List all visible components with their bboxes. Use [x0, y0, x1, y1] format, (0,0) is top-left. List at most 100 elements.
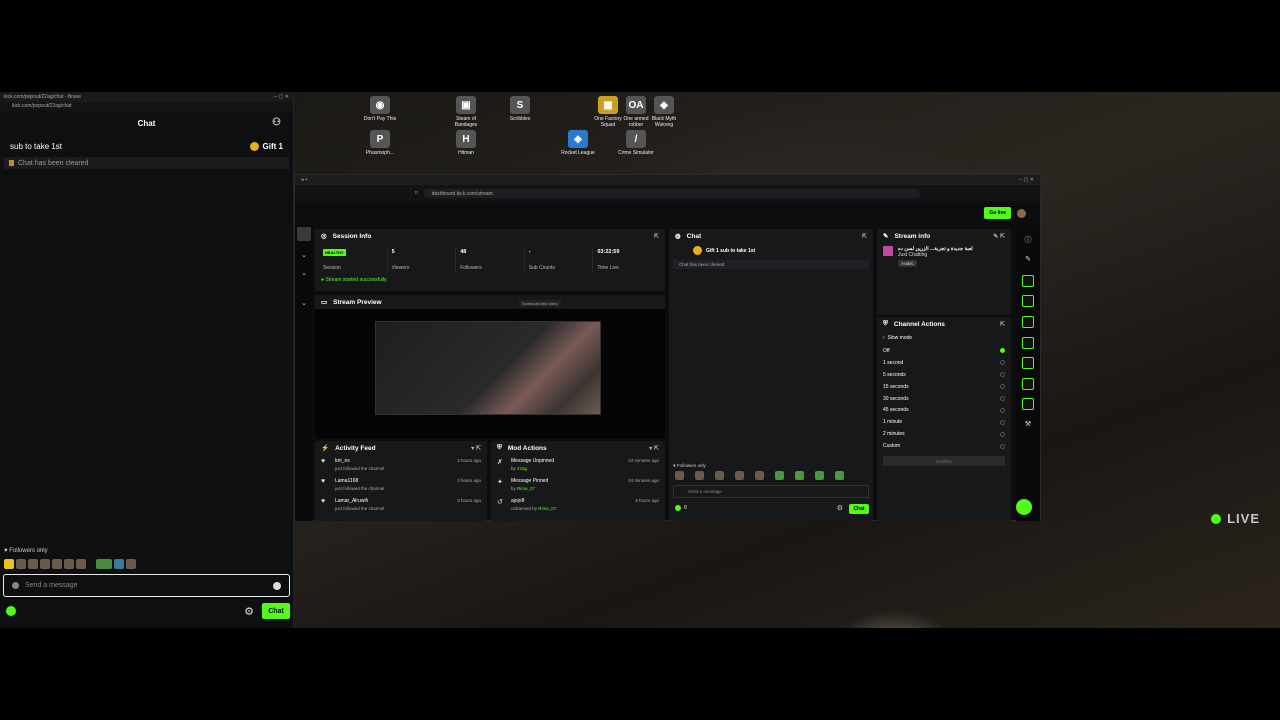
- chevron-down-icon[interactable]: ⌄: [295, 269, 313, 277]
- emote-icon[interactable]: [715, 471, 724, 480]
- popout-icon[interactable]: ⇱: [862, 233, 867, 240]
- slow-mode-option[interactable]: 15 seconds: [877, 381, 1011, 393]
- confirm-button[interactable]: Confirm: [883, 456, 1005, 467]
- radio[interactable]: [1000, 407, 1005, 413]
- rail-action-icon[interactable]: [1022, 274, 1034, 287]
- help-fab-button[interactable]: [1016, 499, 1032, 515]
- emote-icon[interactable]: [126, 559, 136, 569]
- window-controls[interactable]: ─ ▢ ✕: [1019, 177, 1034, 183]
- stream-started-message: ● Stream started successfully.: [321, 277, 388, 283]
- slow-mode-option[interactable]: 30 seconds: [877, 393, 1011, 405]
- radio[interactable]: [1000, 396, 1005, 401]
- gear-icon[interactable]: ⚙: [837, 504, 843, 512]
- channel-actions-panel: ⛨ Channel Actions ⇱ ‹ Slow mode Off 1 seco…: [877, 317, 1011, 521]
- emote-icon[interactable]: [795, 471, 804, 480]
- edit-icon[interactable]: ✎ ⇱: [993, 233, 1005, 240]
- unpin-icon: ✗: [497, 459, 503, 466]
- avatar[interactable]: [1017, 208, 1026, 218]
- desktop-icon[interactable]: ▣ Steam of Bandages: [446, 96, 486, 128]
- chevron-down-icon[interactable]: ⌄: [295, 299, 313, 307]
- slow-mode-option[interactable]: Custom: [877, 440, 1011, 452]
- bookmark-icon[interactable]: ⌑: [415, 190, 418, 196]
- user-settings-icon[interactable]: ⚇: [272, 117, 281, 128]
- address-bar[interactable]: dashboard.kick.com/stream: [423, 188, 920, 198]
- emote-icon[interactable]: [28, 559, 38, 569]
- emote-icon[interactable]: [735, 471, 744, 480]
- tools-icon[interactable]: ⚒: [1022, 419, 1034, 431]
- pinned-message[interactable]: Gift 1 sub to take 1st: [669, 243, 873, 258]
- desktop-icon[interactable]: H Hitman: [446, 130, 486, 156]
- radio-selected[interactable]: [1000, 348, 1005, 354]
- slow-mode-back[interactable]: ‹ Slow mode: [877, 331, 1011, 345]
- emote-icon[interactable]: [775, 471, 784, 480]
- emote-icon[interactable]: [815, 471, 824, 480]
- stream-info-panel: ✎ Stream info ✎ ⇱ لعبة جديدة و تجربة... ال…: [877, 229, 1011, 315]
- info-icon[interactable]: ⓘ: [1022, 234, 1034, 246]
- emote-icon[interactable]: [96, 559, 112, 569]
- radio[interactable]: [1000, 372, 1005, 378]
- rail-action-icon[interactable]: [1022, 357, 1034, 370]
- heart-icon: ♥: [321, 458, 326, 465]
- slow-mode-option[interactable]: 1 second: [877, 357, 1011, 369]
- filter-icon[interactable]: ▾ ⇱: [649, 445, 659, 452]
- window-controls[interactable]: ─ ▢ ✕: [274, 94, 289, 100]
- stream-preview-video[interactable]: [375, 321, 601, 415]
- emote-icon[interactable]: [755, 471, 764, 480]
- message-input[interactable]: Send a message: [3, 574, 290, 597]
- rail-action-icon[interactable]: [1022, 398, 1034, 411]
- radio[interactable]: [1000, 443, 1005, 449]
- send-chat-button[interactable]: Chat: [849, 504, 869, 514]
- emote-bar: [4, 559, 136, 569]
- emote-icon[interactable]: [695, 471, 704, 480]
- stat-followers: 48 Followers: [455, 247, 524, 273]
- radio[interactable]: [1000, 384, 1005, 390]
- pinned-message[interactable]: sub to take 1st Gift 1: [6, 139, 287, 153]
- rail-action-icon[interactable]: [1022, 315, 1034, 328]
- slow-mode-option[interactable]: 5 seconds: [877, 369, 1011, 381]
- desktop-icon[interactable]: ◈ Rocket League: [558, 130, 598, 156]
- popout-icon[interactable]: ⇱: [654, 233, 659, 240]
- slow-mode-option[interactable]: 2 minutes: [877, 428, 1011, 440]
- desktop-icon[interactable]: ◉ Don't Pay This: [360, 96, 400, 122]
- send-chat-button[interactable]: Chat: [262, 603, 290, 619]
- rail-action-icon[interactable]: [1022, 336, 1034, 349]
- kick-points-icon[interactable]: [6, 606, 16, 616]
- chat-footer: ⚙ Chat: [6, 602, 290, 620]
- emote-icon[interactable]: [16, 559, 26, 569]
- emote-icon[interactable]: [114, 559, 124, 569]
- radio[interactable]: [1000, 360, 1005, 366]
- nav-item[interactable]: [297, 227, 311, 241]
- emote-icon[interactable]: [76, 559, 86, 569]
- chevron-down-icon[interactable]: ⌄: [295, 251, 313, 259]
- popout-icon[interactable]: ⇱: [1000, 321, 1005, 328]
- rail-action-icon[interactable]: [1022, 295, 1034, 308]
- filter-icon[interactable]: ▾ ⇱: [471, 445, 481, 452]
- emote-icon[interactable]: [52, 559, 62, 569]
- emote-icon[interactable]: [4, 559, 14, 569]
- emote-icon[interactable]: [675, 471, 684, 480]
- emote-icon[interactable]: [40, 559, 50, 569]
- new-tab-button[interactable]: ◂ +: [301, 177, 308, 183]
- address-bar[interactable]: kick.com/popout/22ag/chat: [0, 102, 293, 111]
- desktop-icon[interactable]: ◆ Black Myth Wukong: [644, 96, 684, 128]
- rail-action-icon[interactable]: [1022, 377, 1034, 390]
- emote-icon[interactable]: [835, 471, 844, 480]
- mod-actions-panel: ⛨ Mod Actions ▾ ⇱ ✗ Message Unpinned by 22ag…: [491, 441, 665, 521]
- go-live-button[interactable]: Go live: [984, 207, 1011, 219]
- dashboard-chat-panel: ◍ Chat ⇱ Gift 1 sub to take 1st Chat has b…: [669, 229, 873, 521]
- download-badge[interactable]: Download this video: [519, 300, 561, 307]
- slow-mode-option[interactable]: 1 minute: [877, 416, 1011, 428]
- emoji-icon[interactable]: [273, 581, 281, 590]
- emote-icon[interactable]: [64, 559, 74, 569]
- slow-mode-option[interactable]: Off: [877, 345, 1011, 357]
- gear-icon[interactable]: ⚙: [244, 605, 254, 618]
- desktop-icon[interactable]: / Crime Simulator: [616, 130, 656, 156]
- radio[interactable]: [1000, 419, 1005, 425]
- desktop-icon[interactable]: P Phasmoph...: [360, 130, 400, 156]
- desktop-icon[interactable]: S Scribbles: [500, 96, 540, 122]
- pencil-icon[interactable]: ✎: [1022, 254, 1034, 266]
- slow-mode-option[interactable]: 45 seconds: [877, 404, 1011, 416]
- radio[interactable]: [1000, 431, 1005, 437]
- message-input[interactable]: Send a message: [673, 485, 869, 498]
- kick-points-icon[interactable]: [675, 505, 681, 511]
